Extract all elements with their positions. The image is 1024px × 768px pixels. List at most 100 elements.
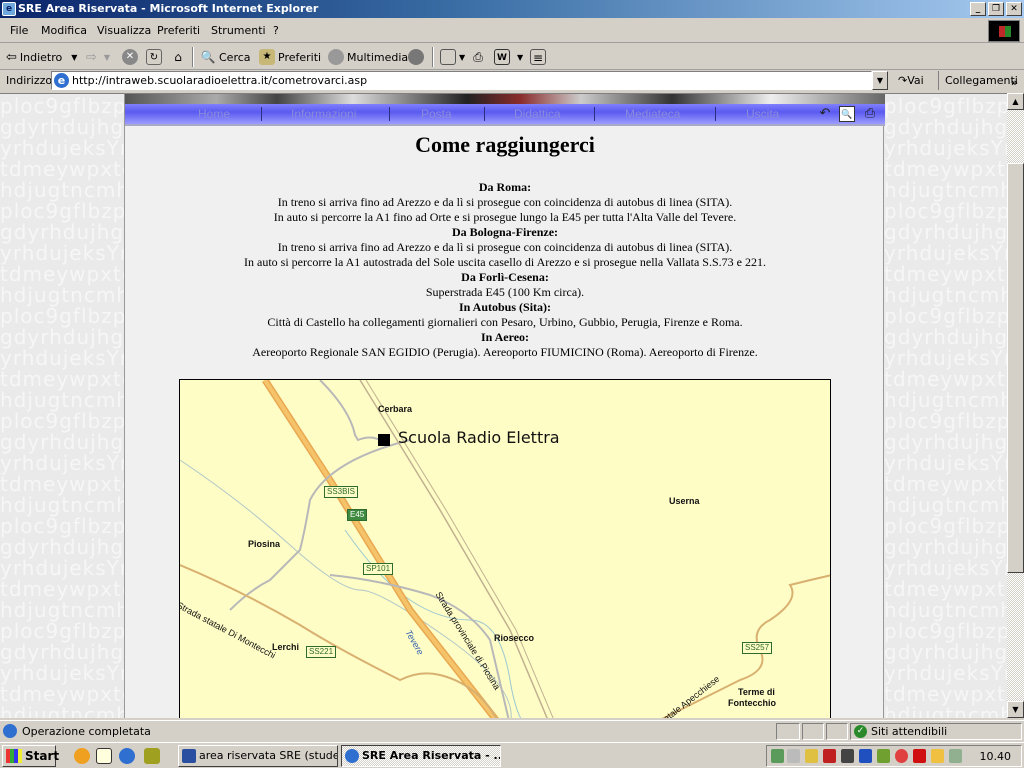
media-label: Multimedia [347, 50, 409, 64]
scroll-thumb[interactable] [1007, 163, 1024, 573]
antivirus-icon[interactable] [895, 749, 908, 763]
chevron-right-icon[interactable]: » [1011, 73, 1018, 92]
windows-logo-icon [988, 20, 1020, 42]
favorites-button[interactable]: ★ Preferiti [259, 48, 321, 66]
window-title: SRE Area Riservata - Microsoft Internet … [18, 2, 319, 15]
vertical-scrollbar[interactable]: ▲ ▼ [1007, 93, 1024, 718]
tray-x-icon[interactable] [913, 749, 926, 763]
place-piosina: Piosina [248, 539, 281, 549]
history-button[interactable] [408, 48, 424, 66]
network-icon[interactable] [771, 749, 784, 763]
scroll-up-button[interactable]: ▲ [1007, 93, 1024, 110]
close-button[interactable]: ✕ [1006, 2, 1022, 16]
go-label: Vai [907, 74, 924, 87]
media-button[interactable]: Multimedia [328, 48, 408, 66]
refresh-button[interactable]: ↻ [146, 48, 162, 66]
nav-home[interactable]: Home [198, 107, 230, 121]
stop-button[interactable]: ✕ [122, 48, 138, 66]
favorites-label: Preferiti [278, 50, 322, 64]
display-icon[interactable] [931, 749, 944, 763]
system-tray: 10.40 [766, 745, 1022, 767]
usb-icon[interactable] [823, 749, 836, 763]
print-icon: ⎙ [473, 50, 483, 64]
print-button[interactable]: ⎙ [470, 48, 486, 66]
address-url: http://intraweb.scuolaradioelettra.it/co… [72, 74, 368, 87]
task-word-document[interactable]: area riservata SRE (stude... [178, 745, 338, 767]
clock: 10.40 [979, 750, 1012, 763]
links-label: Collegamenti [945, 74, 1018, 87]
page-content: Home Informazioni Posta Didattica Mediat… [124, 94, 885, 718]
background-letter-pattern: ploc9gflbzpioc9 gdyrhdujhgdyrhd yrhdujek… [884, 94, 1007, 719]
undo-icon[interactable]: ↶ [817, 106, 833, 122]
home-button[interactable]: ⌂ [170, 48, 186, 66]
edit-dropdown-icon: ▼ [517, 52, 524, 62]
address-dropdown-button[interactable]: ▼ [872, 71, 888, 90]
menu-strumenti[interactable]: Strumenti [211, 24, 266, 37]
trusted-check-icon: ✓ [854, 725, 867, 738]
forward-dropdown-icon[interactable]: ▼ [104, 53, 110, 62]
road-tag-e45: E45 [347, 509, 368, 521]
menu-file[interactable]: File [10, 24, 28, 37]
back-arrow-icon: ⇦ [6, 49, 17, 65]
tray-app-icon[interactable] [805, 749, 818, 763]
status-text: Operazione completata [22, 725, 151, 738]
direction-line: In auto si percorre la A1 fino ad Orte e… [273, 210, 737, 224]
go-button[interactable]: ↷Vai [898, 74, 924, 87]
section-heading: Da Bologna-Firenze: [451, 225, 559, 239]
background-letter-pattern: ploc9gflbzpioc9 gdyrhdujhgdyrhd yrhdujek… [0, 94, 124, 719]
nav-separator [261, 107, 262, 121]
section-heading: Da Roma: [478, 180, 532, 194]
restore-button[interactable]: ❐ [988, 2, 1004, 16]
forward-button[interactable]: ⇨ ▼ [86, 48, 110, 66]
menu-visualizza[interactable]: Visualizza [97, 24, 151, 37]
tray-tool-icon[interactable] [949, 749, 962, 763]
window-title-bar: e SRE Area Riservata - Microsoft Interne… [0, 0, 1024, 18]
directions-text: Da Roma: In treno si arriva fino ad Arez… [125, 180, 885, 360]
road-tag-ss3bis: SS3BIS [324, 486, 359, 498]
school-marker-icon [378, 434, 390, 446]
place-userna: Userna [669, 496, 700, 506]
links-button[interactable]: Collegamenti » [938, 71, 1022, 90]
task-ie-window[interactable]: SRE Area Riservata - ... [341, 745, 501, 767]
back-dropdown-icon[interactable]: ▼ [71, 53, 77, 62]
nav-posta[interactable]: Posta [421, 107, 452, 121]
ie-quicklaunch-icon[interactable] [119, 748, 135, 764]
menu-preferiti[interactable]: Preferiti [157, 24, 200, 37]
xear-3d-icon[interactable] [859, 749, 872, 763]
print-preview-icon[interactable]: 🔍 [839, 106, 855, 122]
direction-line: Aereoporto Regionale SAN EGIDIO (Perugia… [252, 345, 758, 359]
mail-button[interactable]: ▼ [440, 48, 465, 66]
nav-mediateca[interactable]: Mediateca [625, 107, 680, 121]
section-heading: In Autobus (Sita): [458, 300, 552, 314]
edit-button[interactable]: W ▼ [494, 48, 523, 66]
back-button[interactable]: ⇦ Indietro ▼ [6, 48, 77, 66]
volume-icon[interactable] [787, 749, 800, 763]
menu-help[interactable]: ? [273, 24, 279, 37]
print-icon[interactable]: ⎙ [862, 106, 878, 122]
nav-informazioni[interactable]: Informazioni [291, 107, 356, 121]
media-player-icon[interactable] [74, 748, 90, 764]
nav-didattica[interactable]: Didattica [514, 107, 561, 121]
minimize-button[interactable]: _ [970, 2, 986, 16]
search-button[interactable]: 🔍 Cerca [200, 48, 251, 66]
search-label: Cerca [219, 50, 251, 64]
school-label: Scuola Radio Elettra [398, 428, 560, 447]
toolbar-separator [432, 47, 434, 67]
taskbar: Start area riservata SRE (stude... SRE A… [0, 742, 1024, 768]
nav-separator [484, 107, 485, 121]
start-button[interactable]: Start [2, 745, 60, 767]
notepad-icon[interactable] [96, 748, 112, 764]
address-input[interactable]: e http://intraweb.scuolaradioelettra.it/… [51, 71, 872, 90]
menu-modifica[interactable]: Modifica [41, 24, 87, 37]
network-connection-icon[interactable] [841, 749, 854, 763]
scroll-down-button[interactable]: ▼ [1007, 701, 1024, 718]
start-label: Start [25, 749, 60, 763]
nvidia-icon[interactable] [877, 749, 890, 763]
place-riosecco: Riosecco [494, 633, 535, 643]
nav-uscita[interactable]: Uscita [746, 107, 779, 121]
word-edit-icon: W [494, 49, 510, 65]
task-label: area riservata SRE (stude... [199, 749, 338, 762]
clock-app-icon[interactable] [144, 748, 160, 764]
place-fontecchio: Fontecchio [728, 698, 777, 708]
discuss-button[interactable]: ≡ [530, 48, 546, 66]
